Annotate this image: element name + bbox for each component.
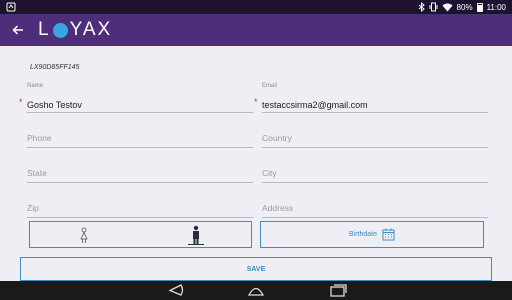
nav-back-icon[interactable]	[166, 283, 186, 298]
zip-field[interactable]: Zip	[27, 195, 253, 218]
app-bar: L YAX	[0, 14, 512, 46]
gender-selector	[29, 221, 252, 248]
user-id: LX90D85FF145	[30, 64, 80, 71]
battery-icon	[476, 2, 483, 12]
wifi-icon	[442, 3, 453, 12]
birthdate-button[interactable]: Birthdate	[260, 221, 484, 248]
nav-recents-icon[interactable]	[328, 283, 348, 298]
battery-percentage: 80%	[456, 2, 473, 12]
vibrate-icon	[429, 2, 438, 12]
clock: 11:00	[486, 2, 506, 12]
name-label: Name	[27, 83, 44, 89]
country-field[interactable]: Country	[262, 125, 488, 148]
zip-placeholder: Zip	[27, 203, 39, 213]
email-field[interactable]: Email * testaccsirma2@gmail.com	[254, 83, 488, 113]
logo-text-right: YAX	[69, 19, 113, 40]
logo-text-left: L	[38, 19, 51, 40]
back-button[interactable]	[8, 20, 28, 40]
name-field[interactable]: Name * Gosho Testov	[19, 83, 253, 113]
email-label: Email	[262, 83, 278, 89]
state-placeholder: State	[27, 168, 47, 178]
country-placeholder: Country	[262, 133, 292, 143]
address-field[interactable]: Address	[262, 195, 488, 218]
nav-home-icon[interactable]	[246, 283, 266, 298]
status-bar: 80% 11:00	[0, 0, 512, 14]
navigation-bar	[0, 281, 512, 300]
female-icon[interactable]	[76, 227, 92, 244]
arrow-left-icon	[12, 25, 23, 35]
name-value: Gosho Testov	[27, 100, 82, 110]
phone-field[interactable]: Phone	[27, 125, 253, 148]
loyax-logo: L YAX	[38, 17, 112, 43]
calendar-icon	[382, 228, 395, 241]
city-field[interactable]: City	[262, 160, 488, 183]
save-button[interactable]: SAVE	[20, 257, 492, 281]
bluetooth-icon	[418, 2, 425, 12]
email-value: testaccsirma2@gmail.com	[262, 100, 368, 110]
app-notification-icon	[6, 2, 16, 12]
phone-placeholder: Phone	[27, 133, 52, 143]
email-required-mark: *	[254, 97, 258, 107]
gender-selected-indicator	[188, 244, 204, 245]
name-required-mark: *	[19, 97, 23, 107]
city-placeholder: City	[262, 168, 277, 178]
male-icon[interactable]	[188, 225, 204, 246]
logo-dot	[52, 22, 68, 38]
state-field[interactable]: State	[27, 160, 253, 183]
address-placeholder: Address	[262, 203, 294, 213]
status-icons: 80% 11:00	[418, 1, 506, 13]
save-label: SAVE	[246, 265, 266, 273]
birthdate-label: Birthdate	[348, 231, 378, 238]
